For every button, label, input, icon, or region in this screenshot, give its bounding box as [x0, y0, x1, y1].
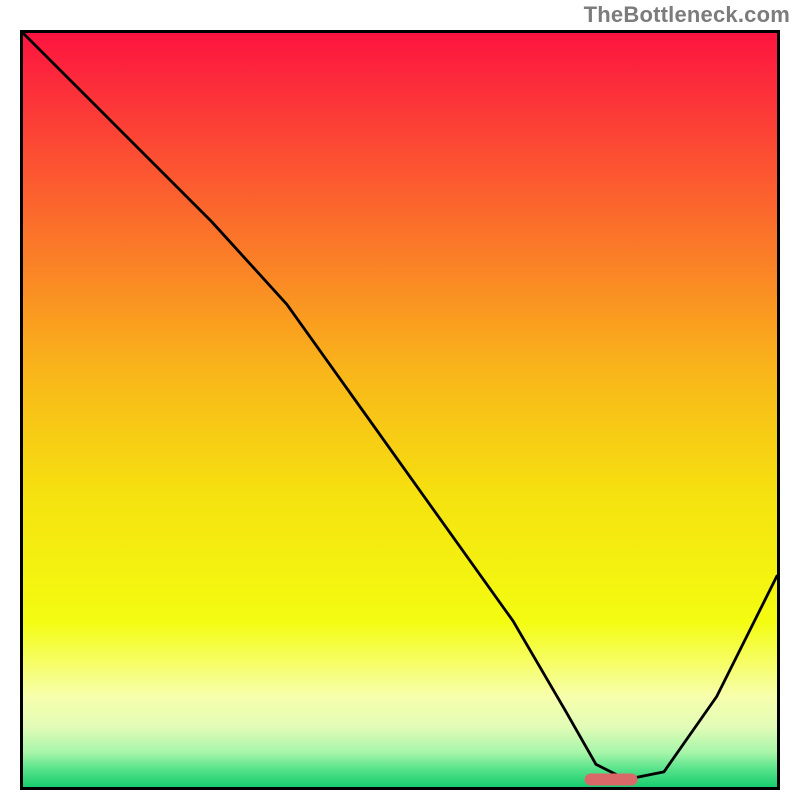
chart-area — [20, 30, 780, 790]
chart-svg — [23, 33, 777, 787]
target-range-marker — [585, 774, 638, 786]
watermark-text: TheBottleneck.com — [584, 2, 790, 28]
